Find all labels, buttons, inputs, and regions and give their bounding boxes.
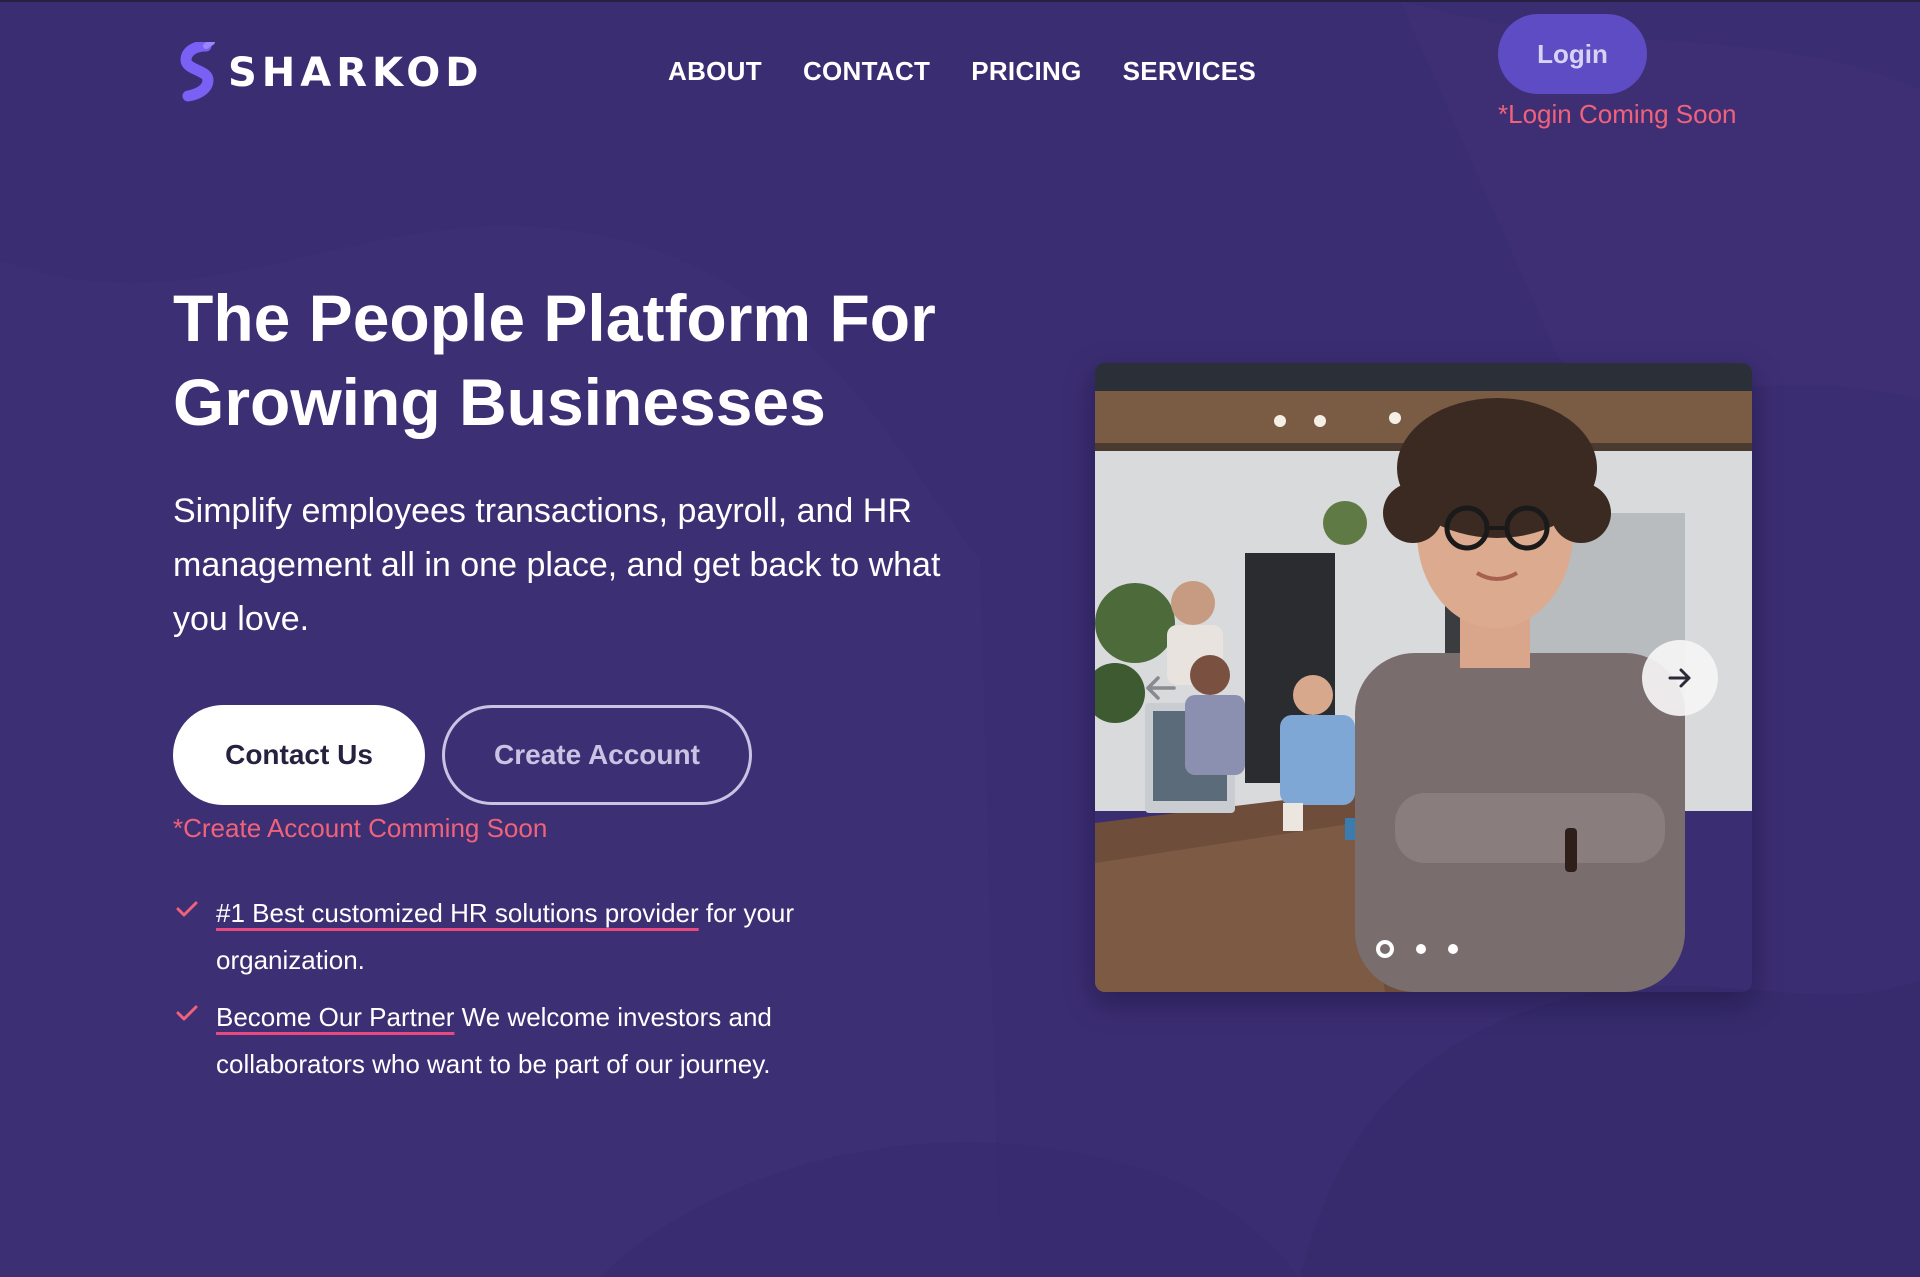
arrow-right-icon	[1668, 668, 1691, 688]
brand-name: SHARKOD	[228, 50, 484, 96]
carousel-prev-button[interactable]	[1130, 658, 1190, 718]
create-account-button[interactable]: Create Account	[442, 705, 752, 805]
hero-title: The People Platform For Growing Business…	[173, 276, 1013, 444]
arrow-left-icon	[1146, 676, 1176, 700]
contact-us-button[interactable]: Contact Us	[173, 705, 425, 805]
check-icon	[176, 890, 216, 984]
carousel-dot-1[interactable]	[1376, 940, 1394, 958]
sharkod-logo-icon	[180, 42, 215, 102]
carousel-next-button[interactable]	[1642, 640, 1718, 716]
nav-services[interactable]: SERVICES	[1123, 58, 1256, 84]
create-account-coming-soon-note: *Create Account Comming Soon	[173, 813, 548, 843]
hero-title-line-1: The People Platform For	[173, 281, 936, 355]
image-carousel	[1095, 363, 1752, 992]
top-border	[0, 0, 1920, 2]
feature-item: Become Our Partner We welcome investors …	[176, 994, 896, 1088]
nav-pricing[interactable]: PRICING	[971, 58, 1081, 84]
carousel-dot-3[interactable]	[1448, 944, 1458, 954]
feature-text: Become Our Partner We welcome investors …	[216, 994, 876, 1088]
login-coming-soon-note: *Login Coming Soon	[1498, 99, 1737, 129]
hero-title-line-2: Growing Businesses	[173, 365, 826, 439]
nav-about[interactable]: ABOUT	[668, 58, 762, 84]
carousel-dot-2[interactable]	[1416, 944, 1426, 954]
feature-link-become-partner[interactable]: Become Our Partner	[216, 1002, 454, 1032]
brand-logo[interactable]: SHARKOD	[180, 42, 483, 104]
feature-link-hr-provider[interactable]: #1 Best customized HR solutions provider	[216, 898, 699, 928]
feature-text: #1 Best customized HR solutions provider…	[216, 890, 876, 984]
feature-item: #1 Best customized HR solutions provider…	[176, 890, 896, 984]
check-icon	[176, 994, 216, 1088]
hero-subtitle: Simplify employees transactions, payroll…	[173, 492, 941, 638]
carousel-dots	[1376, 940, 1458, 958]
main-nav: ABOUT CONTACT PRICING SERVICES	[668, 58, 1256, 84]
nav-contact[interactable]: CONTACT	[803, 58, 930, 84]
login-button[interactable]: Login	[1498, 14, 1647, 94]
